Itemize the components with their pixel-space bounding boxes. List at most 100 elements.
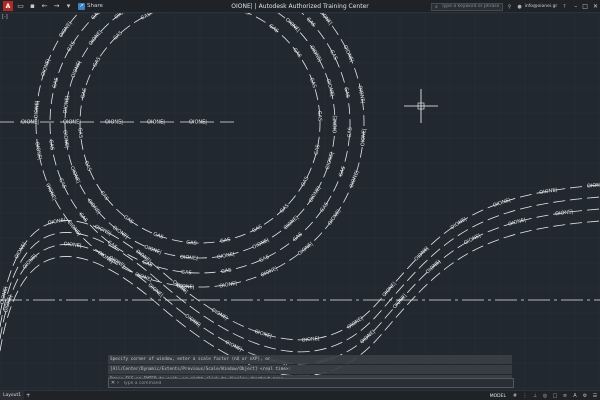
minimize-icon[interactable]: – <box>574 3 577 10</box>
user-label: info@oionei.gr <box>524 4 558 9</box>
linetype-label: OIONE| <box>587 182 600 189</box>
share-button[interactable]: ↗ Share <box>78 2 103 10</box>
grid-icon[interactable]: # <box>512 393 518 399</box>
linetype-label: GAS <box>300 176 310 188</box>
linetype-label: GAS <box>80 87 88 99</box>
linetype-label: OIONE| <box>508 217 527 228</box>
binoculars-icon[interactable]: ⚲ <box>507 4 513 10</box>
linetype-label: OIONE| <box>283 215 300 232</box>
search-icon: ⌕ <box>435 3 438 10</box>
linetype-label: OIONE| <box>450 216 469 231</box>
linetype-label: OIONE| <box>555 209 574 217</box>
user-icon: ● <box>517 3 522 10</box>
add-layout-icon[interactable]: + <box>24 392 32 399</box>
close-icon[interactable]: ✕ <box>593 3 598 10</box>
linetype-label: OIONE| <box>332 115 338 133</box>
help-search-box[interactable]: ⌕ <box>430 2 503 11</box>
maximize-icon[interactable]: □ <box>582 3 588 10</box>
autocad-window: A ▭ ▪ ← → ▾ ↗ Share OIONE| | Autodesk Au… <box>0 0 600 400</box>
customize-icon[interactable]: ☰ <box>592 393 598 399</box>
user-account[interactable]: ● info@oionei.gr <box>517 3 558 10</box>
undo-icon[interactable]: ← <box>40 2 49 11</box>
model-space-button[interactable]: MODEL <box>488 394 508 399</box>
save-icon[interactable]: ▪ <box>28 2 37 11</box>
polar-icon[interactable]: ◎ <box>542 393 548 399</box>
linetype-label: GAS <box>292 232 304 243</box>
autocad-logo-icon[interactable]: A <box>3 1 13 11</box>
linetype-label: OIONE| <box>70 60 83 79</box>
linetype-label: OIONE| <box>40 58 52 77</box>
redo-icon[interactable]: → <box>52 2 61 11</box>
linetype-label: GAS <box>76 128 83 139</box>
lineweight-icon[interactable]: ≡ <box>562 393 568 399</box>
linetype-label: OIONE| <box>327 208 342 226</box>
linetype-label: OIONE| <box>342 44 355 63</box>
viewport-controls[interactable]: [-] <box>2 14 8 20</box>
linetype-label: OIONE| <box>413 245 430 262</box>
linetype-label: GAS <box>152 231 164 240</box>
workspace-gear-icon[interactable]: ⚙ <box>582 393 588 399</box>
dropdown-arrow-icon[interactable]: ▾ <box>64 2 73 11</box>
snap-icon[interactable]: ⋮ <box>522 393 528 399</box>
linetype-label: GAS <box>220 237 232 245</box>
osnap-icon[interactable]: □ <box>552 393 558 399</box>
linetype-label: OIONE| <box>539 187 558 196</box>
annotation-scale-icon[interactable]: A <box>572 393 578 399</box>
linetype-label: GAS <box>319 201 330 213</box>
linetype-label: GAS <box>268 23 280 34</box>
linetype-label: OIONE| <box>21 120 39 126</box>
linetype-label: GAS <box>57 177 67 189</box>
linetype-label: OIONE| <box>63 120 81 126</box>
linetype-label: OIONE| <box>260 266 279 279</box>
linetype-label: GAS <box>316 111 323 122</box>
share-label: Share <box>87 3 103 9</box>
linetype-label: GAS <box>342 87 350 98</box>
help-search-input[interactable] <box>441 3 502 10</box>
quick-access-toolbar: A ▭ ▪ ← → ▾ ↗ Share <box>0 0 103 13</box>
linetype-label: OIONE| <box>66 220 82 238</box>
command-history-line: [All/Center/Dynamic/Extents/Previous/Sca… <box>108 365 512 374</box>
help-icon[interactable]: ? <box>561 4 567 10</box>
linetype-label: OIONE| <box>325 151 336 170</box>
linetype-label: GAS <box>328 49 338 61</box>
tab-layout1[interactable]: Layout1 <box>0 390 25 400</box>
linetype-label: OIONE| <box>252 237 271 251</box>
linetype-label: GAS <box>92 56 102 68</box>
title-bar-right: ⌕ ⚲ ● info@oionei.gr ? – □ ✕ <box>430 0 600 13</box>
close-icon[interactable]: ✕ <box>109 380 117 386</box>
linetype-label: OIONE| <box>33 142 42 161</box>
linetype-label: OIONE| <box>184 313 202 329</box>
linetype-label: OIONE| <box>63 95 71 114</box>
linetype-label: OIONE| <box>147 120 165 126</box>
linetype-label: GAS <box>238 13 250 17</box>
linetype-label: GAS <box>90 13 102 21</box>
command-input[interactable] <box>123 379 513 387</box>
model-space-drawing[interactable]: GAS GAS GAS GAS GAS GAS GAS GAS GAS GAS GAS GAS GAS G… <box>0 13 600 390</box>
status-bar: Layout1 + MODEL # ⋮ ⊥ ◎ □ ≡ A ⚙ ☰ <box>0 390 600 400</box>
linetype-label: OIONE| <box>147 282 165 298</box>
drawing-canvas[interactable]: GAS GAS GAS GAS GAS GAS GAS GAS GAS GAS GAS GAS GAS G… <box>0 13 600 390</box>
linetype-label: GAS <box>347 127 354 138</box>
linetype-label: OIONE| <box>69 165 82 184</box>
linetype-label: GAS <box>181 269 192 276</box>
linetype-label: OIONE| <box>349 170 361 189</box>
open-folder-icon[interactable]: ▭ <box>16 2 25 11</box>
linetype-label: OIONE| <box>93 224 112 237</box>
linetype-label: OIONE| <box>492 197 511 209</box>
linetype-label: OIONE| <box>33 100 40 119</box>
linetype-label: OIONE| <box>63 241 82 249</box>
linetype-label: OIONE| <box>105 120 123 126</box>
command-history-line: Specify corner of window, enter a scale … <box>108 355 512 364</box>
ortho-icon[interactable]: ⊥ <box>532 393 538 399</box>
linetype-label: GAS <box>251 224 263 234</box>
linetype-label: OIONE| <box>382 281 398 299</box>
linetype-label: OIONE| <box>284 17 301 34</box>
linetype-label: GAS <box>313 144 321 156</box>
linetype-label: OIONE| <box>171 279 189 295</box>
linetype-label: GAS <box>83 160 92 172</box>
linetype-label: GAS <box>338 166 347 178</box>
linetype-label: OIONE| <box>44 183 57 202</box>
linetype-label: GAS <box>308 77 317 89</box>
linetype-label: GAS <box>291 47 302 59</box>
linetype-label: OIONE| <box>180 254 199 261</box>
